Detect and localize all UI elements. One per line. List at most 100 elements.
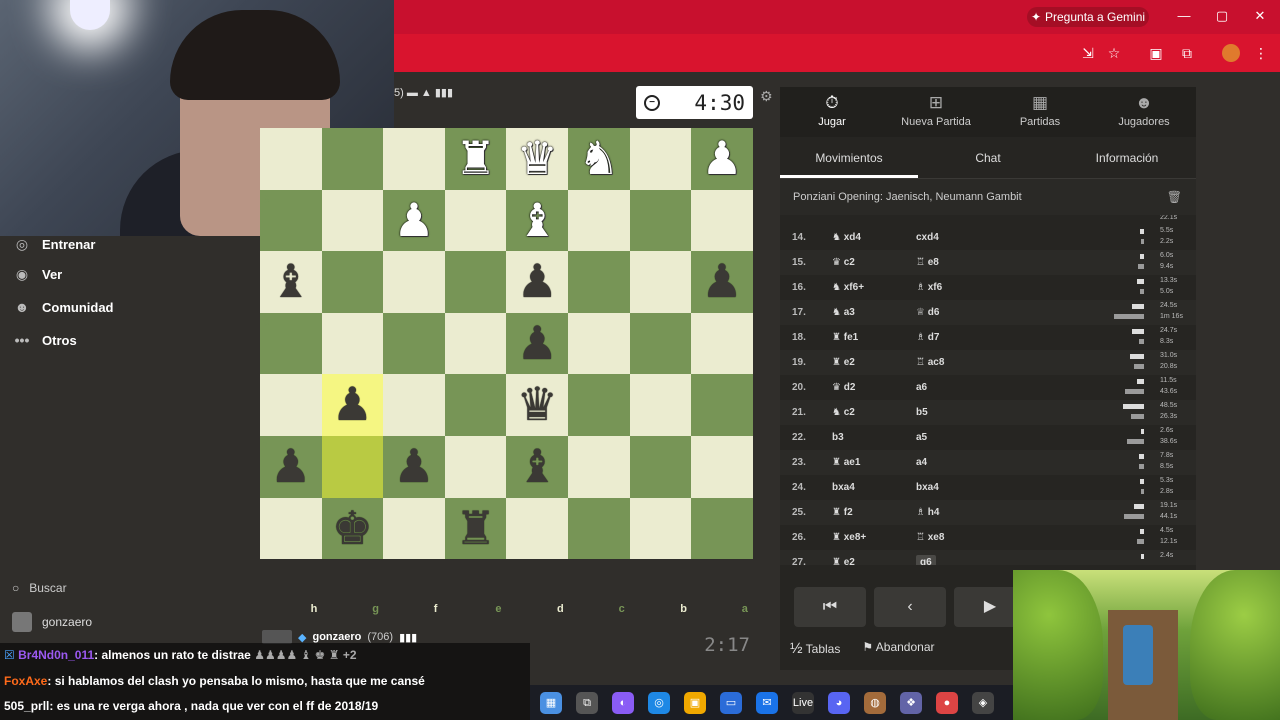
black-piece[interactable]: ♟ — [260, 436, 322, 498]
white-piece[interactable]: ♟ — [383, 190, 445, 252]
board-square[interactable] — [568, 189, 630, 252]
board-square[interactable] — [568, 312, 630, 375]
white-piece[interactable]: ♝ — [506, 190, 568, 252]
white-move[interactable]: ♞ xf6+ — [832, 282, 864, 293]
tab-nueva-partida[interactable]: ⊞ Nueva Partida — [884, 93, 988, 128]
black-move[interactable]: a6 — [916, 382, 927, 393]
install-icon[interactable]: ⇲ — [1079, 44, 1097, 62]
board-square[interactable] — [321, 312, 384, 375]
puzzle-icon[interactable]: ⧉ — [1178, 44, 1196, 62]
move-row[interactable]: 15. ♛ c2 ♖ e8 6.0s 9.4s — [780, 250, 1196, 275]
white-move[interactable]: ♜ ae1 — [832, 457, 860, 468]
board-square[interactable] — [691, 189, 753, 252]
taskbar-app-icon[interactable]: ▦ — [540, 691, 562, 714]
move-row[interactable]: 18. ♜ fe1 ♗ d7 24.7s 8.3s — [780, 325, 1196, 350]
board-square[interactable] — [383, 251, 445, 313]
white-piece[interactable]: ♟ — [691, 128, 753, 190]
first-move-button[interactable]: ⏮ — [794, 587, 866, 627]
board-square[interactable] — [260, 374, 322, 436]
board-square[interactable] — [444, 312, 507, 375]
board-square[interactable] — [260, 189, 322, 252]
board-square[interactable] — [568, 374, 630, 436]
taskbar-app-icon[interactable]: ◈ — [972, 691, 994, 714]
black-move[interactable]: ♗ d7 — [916, 332, 939, 343]
black-piece[interactable]: ♟ — [383, 436, 445, 498]
close-button[interactable]: ✕ — [1250, 8, 1270, 24]
board-square[interactable] — [629, 189, 692, 252]
move-row[interactable]: 21. ♞ c2 b5 48.5s 26.3s — [780, 400, 1196, 425]
board-square[interactable] — [260, 497, 322, 560]
board-square[interactable] — [629, 436, 692, 498]
taskbar-app-icon[interactable]: ◎ — [648, 691, 670, 714]
board-square[interactable] — [568, 436, 630, 498]
board-square[interactable] — [444, 436, 507, 498]
white-move[interactable]: ♛ c2 — [832, 257, 855, 268]
board-square[interactable] — [444, 374, 507, 436]
gear-icon[interactable]: ⚙ — [760, 88, 773, 105]
black-move[interactable]: cxd4 — [916, 232, 939, 243]
extension-icon[interactable]: ▣ — [1147, 44, 1165, 62]
board-square[interactable] — [383, 128, 445, 190]
sidebar-item-comunidad[interactable]: ☻ Comunidad — [12, 299, 114, 315]
gemini-button[interactable]: ✦ Pregunta a Gemini — [1027, 7, 1149, 27]
white-move[interactable]: ♜ f2 — [832, 507, 853, 518]
sidebar-item-otros[interactable]: ••• Otros — [12, 332, 77, 348]
taskbar-app-icon[interactable]: ⧉ — [576, 691, 598, 714]
board-square[interactable] — [629, 128, 692, 190]
move-row[interactable]: 22. b3 a5 2.6s 38.6s — [780, 425, 1196, 450]
taskbar-app-icon[interactable]: ◍ — [864, 691, 886, 714]
black-move[interactable]: b5 — [916, 407, 928, 418]
board-square[interactable] — [321, 251, 384, 313]
white-move[interactable]: b3 — [832, 432, 844, 443]
draw-button[interactable]: ½ Tablas — [790, 640, 840, 657]
black-piece[interactable]: ♜ — [445, 498, 507, 560]
white-piece[interactable]: ♞ — [568, 128, 630, 190]
black-piece[interactable]: ♛ — [506, 374, 568, 436]
black-move[interactable]: g6 — [916, 555, 936, 565]
move-row[interactable]: 24. bxa4 bxa4 5.3s 2.8s — [780, 475, 1196, 500]
move-row[interactable]: 23. ♜ ae1 a4 7.8s 8.5s — [780, 450, 1196, 475]
white-move[interactable]: bxa4 — [832, 482, 855, 493]
taskbar-app-icon[interactable]: ◐ — [612, 691, 634, 714]
black-piece[interactable]: ♟ — [506, 313, 568, 375]
black-piece[interactable]: ♟ — [691, 251, 753, 313]
move-row[interactable]: 16. ♞ xf6+ ♗ xf6 13.3s 5.0s — [780, 275, 1196, 300]
white-piece[interactable]: ♜ — [445, 128, 507, 190]
black-move[interactable]: ♗ h4 — [916, 507, 939, 518]
tab-informacion[interactable]: Información — [1058, 151, 1196, 165]
tab-partidas[interactable]: ▦ Partidas — [988, 93, 1092, 128]
board-square[interactable] — [691, 497, 753, 560]
black-move[interactable]: ♖ xe8 — [916, 532, 944, 543]
black-move[interactable]: a5 — [916, 432, 927, 443]
white-move[interactable]: ♜ e2 — [832, 357, 855, 368]
taskbar-app-icon[interactable]: ◕ — [828, 691, 850, 714]
minimize-button[interactable]: — — [1174, 8, 1194, 23]
white-piece[interactable]: ♛ — [506, 128, 568, 190]
white-move[interactable]: ♛ d2 — [832, 382, 855, 393]
board-square[interactable] — [321, 189, 384, 252]
chess-board[interactable]: 3 4 5 6 7 8 h g f e d c b a ♜ ♛ ♞ ♟ ♟ ♝ ♝ ♟ ♟ ♟ ♟ ♛ ♟ ♟ ♝ ♚ ♜ — [260, 128, 753, 621]
board-square[interactable] — [260, 312, 322, 375]
black-move[interactable]: ♖ ac8 — [916, 357, 944, 368]
board-square[interactable] — [629, 374, 692, 436]
star-icon[interactable]: ☆ — [1105, 44, 1123, 62]
board-square[interactable] — [629, 312, 692, 375]
black-piece[interactable]: ♚ — [322, 498, 384, 560]
profile-avatar[interactable] — [1222, 44, 1240, 62]
prev-move-button[interactable]: ‹ — [874, 587, 946, 627]
board-square[interactable] — [568, 251, 630, 313]
move-row[interactable]: 13. 22.1s — [780, 215, 1196, 225]
black-move[interactable]: a4 — [916, 457, 927, 468]
sidebar-user[interactable]: gonzaero — [12, 612, 92, 632]
black-move[interactable]: bxa4 — [916, 482, 939, 493]
black-piece[interactable]: ♝ — [260, 251, 322, 313]
resign-button[interactable]: ⚑ Abandonar — [862, 640, 934, 657]
tab-jugadores[interactable]: ☻ Jugadores — [1092, 93, 1196, 128]
sidebar-search[interactable]: ○ Buscar — [12, 581, 67, 595]
trash-icon[interactable]: 🗑 — [1167, 190, 1182, 204]
black-move[interactable]: ♗ xf6 — [916, 282, 942, 293]
white-move[interactable]: ♞ c2 — [832, 407, 855, 418]
board-square[interactable] — [568, 497, 630, 560]
board-square[interactable] — [383, 497, 445, 560]
board-square[interactable] — [321, 436, 384, 498]
